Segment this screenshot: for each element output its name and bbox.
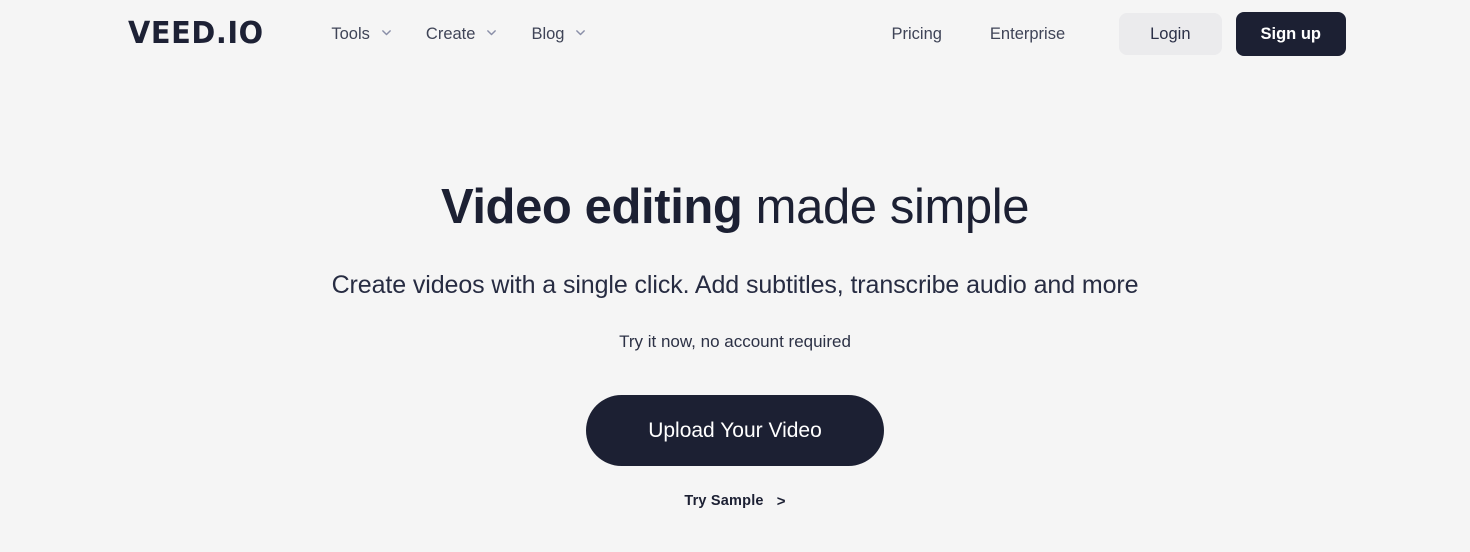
nav-item-tools[interactable]: Tools [331,26,392,43]
cta-container: Upload Your Video [0,394,1470,466]
try-sample-label: Try Sample [684,493,764,510]
header-actions: Pricing Enterprise Login Sign up [875,11,1346,57]
logo-veed-io[interactable]: VEED.IO [128,19,264,49]
hero-note: Try it now, no account required [619,331,851,351]
nav-item-blog[interactable]: Blog [531,26,586,43]
nav-item-label: Blog [531,24,565,43]
nav-link-enterprise[interactable]: Enterprise [974,26,1081,43]
page-title: Video editing made simple [0,180,1470,235]
page-title-emphasis: Video editing [440,180,743,234]
chevron-down-icon [575,27,586,38]
nav-link-pricing[interactable]: Pricing [875,26,957,43]
try-sample-link[interactable]: Try Sample > [684,493,785,510]
nav-item-create[interactable]: Create [426,26,498,43]
nav-item-label: Tools [331,24,370,43]
nav-item-label: Create [425,24,476,43]
chevron-down-icon [486,27,497,38]
site-header: VEED.IO Tools Create Blog Pricing Enterp… [0,0,1470,68]
page-title-rest: made simple [742,180,1030,234]
chevron-right-icon: > [776,492,786,510]
chevron-down-icon [381,27,392,38]
hero-section: Video editing made simple Create videos … [0,68,1470,510]
hero-subtitle: Create videos with a single click. Add s… [331,270,1139,299]
login-button[interactable]: Login [1119,12,1222,56]
primary-nav: Tools Create Blog [331,26,586,43]
upload-your-video-button[interactable]: Upload Your Video [586,394,884,466]
signup-button[interactable]: Sign up [1235,11,1346,57]
